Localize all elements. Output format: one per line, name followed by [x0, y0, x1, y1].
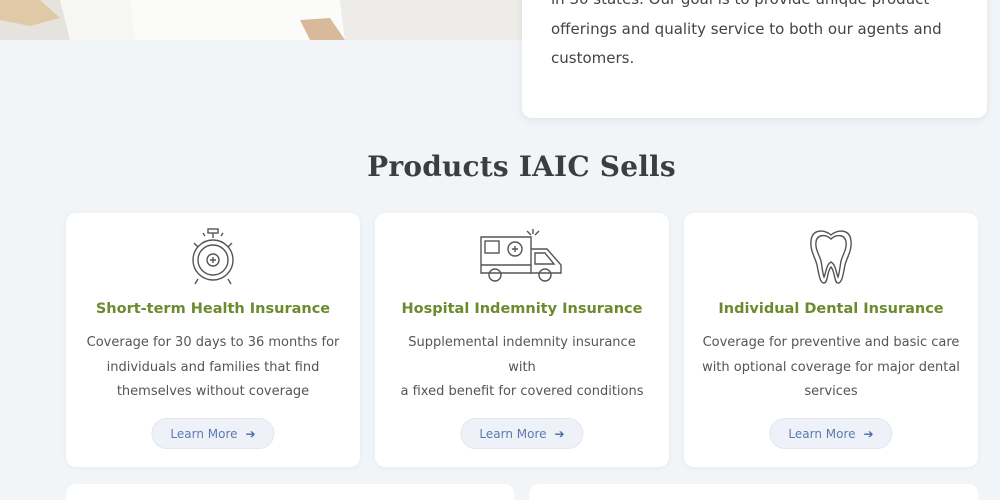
product-description: Supplemental indemnity insurance with a …	[393, 331, 651, 405]
product-description-line: services	[804, 384, 858, 399]
product-card-individual-dental: Individual Dental Insurance Coverage for…	[684, 213, 978, 467]
learn-more-label: Learn More	[170, 426, 238, 441]
product-description: Coverage for preventive and basic care w…	[702, 331, 960, 405]
hero-photo	[0, 0, 560, 40]
about-text-line: offerings and quality service to both ou…	[551, 19, 942, 38]
ambulance-icon	[375, 227, 669, 285]
about-text-line: customers.	[551, 49, 635, 67]
learn-more-button[interactable]: Learn More ➔	[460, 418, 584, 449]
arrow-right-icon: ➔	[245, 426, 256, 441]
product-description-line: with optional coverage for major dental	[702, 359, 960, 375]
learn-more-button[interactable]: Learn More ➔	[151, 418, 275, 449]
about-text: in 30 states. Our goal is to provide uni…	[551, 0, 961, 74]
learn-more-label: Learn More	[788, 426, 856, 441]
product-card-short-term-health: Short-term Health Insurance Coverage for…	[66, 213, 360, 467]
product-title: Short-term Health Insurance	[95, 301, 331, 317]
products-grid: Short-term Health Insurance Coverage for…	[66, 213, 978, 467]
product-description-line: themselves without coverage	[116, 384, 310, 399]
product-card-partial	[529, 484, 978, 500]
arrow-right-icon: ➔	[863, 426, 874, 441]
product-card-partial	[66, 484, 514, 500]
product-description-line: Supplemental indemnity insurance with	[408, 335, 636, 375]
about-card: in 30 states. Our goal is to provide uni…	[522, 0, 987, 118]
arrow-right-icon: ➔	[554, 426, 565, 441]
product-title: Hospital Indemnity Insurance	[401, 301, 643, 317]
product-title: Individual Dental Insurance	[718, 301, 944, 317]
learn-more-label: Learn More	[479, 426, 547, 441]
product-description-line: individuals and families that find	[106, 359, 320, 375]
tooth-icon	[684, 227, 978, 285]
section-title: Products IAIC Sells	[367, 150, 676, 183]
about-text-line: in 30 states. Our goal is to provide uni…	[551, 0, 929, 8]
learn-more-button[interactable]: Learn More ➔	[769, 418, 893, 449]
product-description-line: Coverage for preventive and basic care	[702, 335, 960, 350]
product-description-line: a fixed benefit for covered conditions	[400, 384, 644, 399]
product-description: Coverage for 30 days to 36 months for in…	[84, 331, 342, 405]
stopwatch-medical-icon	[66, 227, 360, 285]
product-description-line: Coverage for 30 days to 36 months for	[86, 335, 340, 350]
product-card-hospital-indemnity: Hospital Indemnity Insurance Supplementa…	[375, 213, 669, 467]
